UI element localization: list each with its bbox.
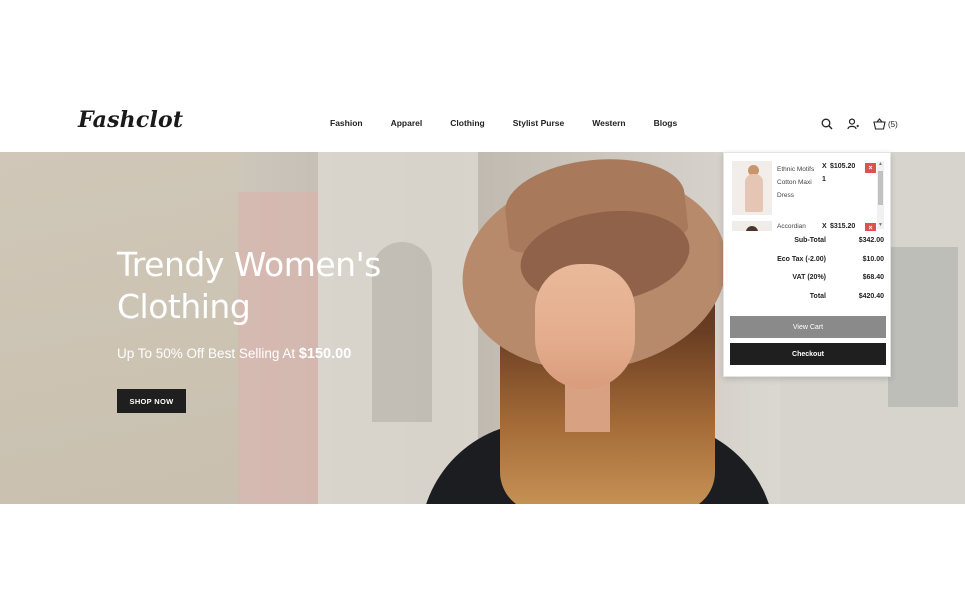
nav-item-clothing[interactable]: Clothing [450,118,484,128]
totals-label: Eco Tax (-2.00) [777,255,826,263]
cart-toggle[interactable]: (5) [872,117,898,131]
cart-item-list: Ethnic Motifs Cotton Maxi Dress X 1 $105… [730,159,880,231]
user-icon[interactable] [846,117,860,131]
totals-label: Total [809,292,826,300]
totals-row-subtotal: Sub-Total $342.00 [734,235,884,254]
totals-row-total: Total $420.40 [734,291,884,310]
cart-icon[interactable] [872,117,886,131]
totals-row-vat: VAT (20%) $68.40 [734,272,884,291]
product-thumbnail[interactable] [732,221,772,231]
cart-item-name[interactable]: Ethnic Motifs Cotton Maxi Dress [777,163,821,202]
scroll-down-icon[interactable]: ▼ [877,222,884,229]
site-logo[interactable]: Fashclot [78,107,183,133]
cart-item-price: $105.20 [830,163,856,170]
nav-item-western[interactable]: Western [592,118,625,128]
cart-count-badge: (5) [888,119,898,129]
site-header: Fashclot Fashion Apparel Clothing Stylis… [0,96,965,152]
remove-item-button[interactable]: × [865,223,876,231]
hero-subtitle-price: $150.00 [298,346,352,362]
hero-title: Trendy Women's Clothing [117,245,381,326]
cart-item-price: $315.20 [830,223,856,230]
view-cart-button[interactable]: View Cart [730,316,886,338]
hero-subtitle: Up To 50% Off Best Selling At $150.00 [117,346,351,362]
thumbnail-figure [746,226,758,231]
cart-scrollbar[interactable]: ▲ ▼ [877,161,884,229]
scroll-up-icon[interactable]: ▲ [877,161,884,168]
totals-label: VAT (20%) [792,274,826,281]
search-icon[interactable] [820,117,834,131]
nav-item-blogs[interactable]: Blogs [654,118,678,128]
shop-now-button[interactable]: SHOP NOW [117,389,186,413]
remove-item-button[interactable]: × [865,163,876,173]
product-thumbnail[interactable] [732,161,772,215]
header-actions: (5) [820,117,898,131]
cart-item-qty: 1 [822,176,826,183]
totals-value: $342.00 [858,237,884,244]
totals-row-eco-tax: Eco Tax (-2.00) $10.00 [734,254,884,273]
main-nav: Fashion Apparel Clothing Stylist Purse W… [330,118,705,128]
thumbnail-figure [745,174,763,212]
nav-item-stylist-purse[interactable]: Stylist Purse [513,118,565,128]
nav-item-apparel[interactable]: Apparel [391,118,423,128]
model-face [535,264,635,389]
scroll-thumb[interactable] [878,171,883,205]
cart-item-qty-prefix: X [822,223,827,230]
cart-item-qty-prefix: X [822,163,827,170]
hero-subtitle-text: Up To 50% Off Best Selling At [117,346,299,361]
totals-value: $68.40 [862,274,884,281]
background-building [0,152,240,504]
totals-value: $10.00 [862,255,884,263]
totals-label: Sub-Total [794,237,826,244]
background-window [888,247,958,407]
checkout-button[interactable]: Checkout [730,343,886,365]
totals-value: $420.40 [858,292,884,300]
cart-item-name[interactable]: Accordian [777,223,806,230]
nav-item-fashion[interactable]: Fashion [330,118,363,128]
cart-totals: Sub-Total $342.00 Eco Tax (-2.00) $10.00… [734,235,884,309]
cart-dropdown: Ethnic Motifs Cotton Maxi Dress X 1 $105… [723,152,891,377]
